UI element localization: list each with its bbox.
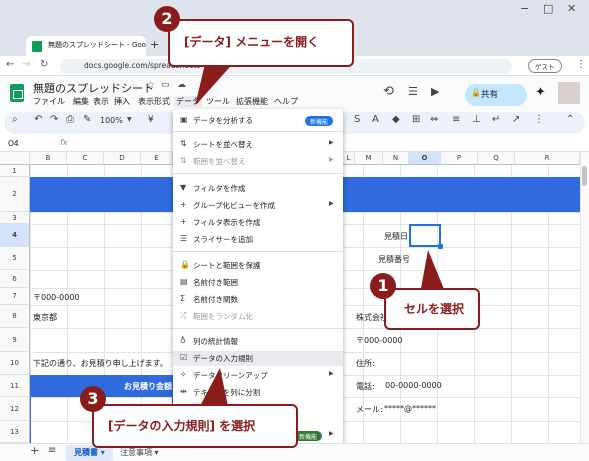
callout-3: [データの入力規則] を選択 <box>92 404 298 448</box>
step-1-badge: 1 <box>370 273 396 299</box>
step-3-badge: 3 <box>80 386 106 412</box>
callout-2-text: [データ] メニューを開く <box>184 35 320 49</box>
callout-2: [データ] メニューを開く <box>168 19 354 67</box>
step-2-badge: 2 <box>154 6 180 32</box>
callout-3-pointer <box>200 368 228 406</box>
callout-1: セルを選択 <box>384 288 480 330</box>
callout-1-text: セルを選択 <box>404 302 465 316</box>
callout-3-text: [データの入力規則] を選択 <box>108 419 256 433</box>
callout-2-pointer <box>195 65 232 105</box>
